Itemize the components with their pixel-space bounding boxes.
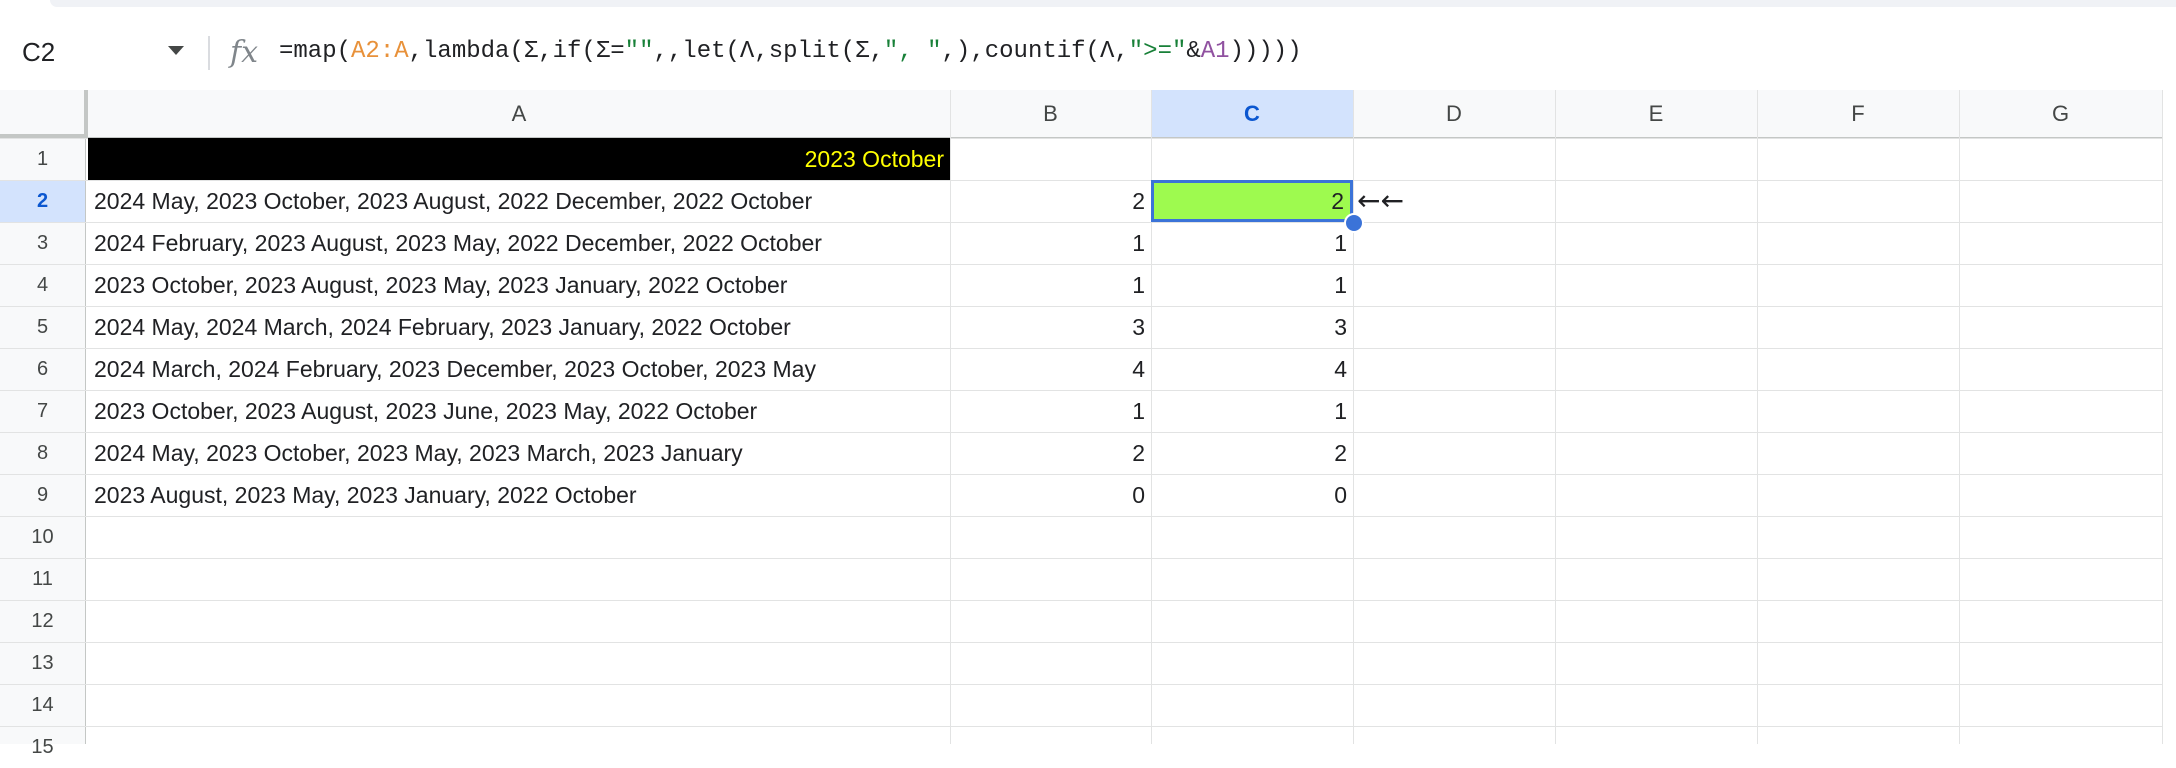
grid-line (0, 726, 2162, 727)
formula-bar-divider (208, 36, 210, 70)
grid-line (0, 600, 2162, 601)
formula-bar: C2 fx =map(A2:A,lambda(Σ,if(Σ="",,let(Λ,… (0, 22, 2176, 84)
column-header-f[interactable]: F (1757, 90, 1959, 138)
cell-b5[interactable]: 3 (950, 306, 1151, 348)
cell-c6[interactable]: 4 (1151, 348, 1353, 390)
cell-a9[interactable]: 2023 August, 2023 May, 2023 January, 202… (88, 474, 950, 516)
column-header-d[interactable]: D (1353, 90, 1555, 138)
cell-a6[interactable]: 2024 March, 2024 February, 2023 December… (88, 348, 950, 390)
grid-line (1757, 90, 1758, 744)
formula-input[interactable]: =map(A2:A,lambda(Σ,if(Σ="",,let(Λ,split(… (279, 32, 1302, 72)
grid-line (1353, 90, 1354, 744)
row-header-15[interactable]: 15 (0, 726, 86, 758)
toolbar-strip (50, 0, 2176, 7)
cell-a2[interactable]: 2024 May, 2023 October, 2023 August, 202… (88, 180, 950, 222)
grid-line (2162, 90, 2163, 744)
row-header-11[interactable]: 11 (0, 558, 86, 600)
cell-a3[interactable]: 2024 February, 2023 August, 2023 May, 20… (88, 222, 950, 264)
column-header-e[interactable]: E (1555, 90, 1757, 138)
cell-a1[interactable]: 2023 October (88, 138, 950, 180)
row-header-5[interactable]: 5 (0, 306, 86, 348)
cell-c2[interactable]: 2 (1151, 180, 1353, 222)
grid-line (0, 516, 2162, 517)
cell-c4[interactable]: 1 (1151, 264, 1353, 306)
cell-c7[interactable]: 1 (1151, 390, 1353, 432)
arrow-annotation: ←← (1357, 184, 1404, 217)
row-header-2[interactable]: 2 (0, 180, 86, 222)
cell-b9[interactable]: 0 (950, 474, 1151, 516)
cell-c5[interactable]: 3 (1151, 306, 1353, 348)
cell-b4[interactable]: 1 (950, 264, 1151, 306)
cell-c3[interactable]: 1 (1151, 222, 1353, 264)
cell-b3[interactable]: 1 (950, 222, 1151, 264)
grid-line (0, 558, 2162, 559)
cell-b8[interactable]: 2 (950, 432, 1151, 474)
select-all-corner[interactable] (0, 90, 88, 138)
row-header-6[interactable]: 6 (0, 348, 86, 390)
cell-b6[interactable]: 4 (950, 348, 1151, 390)
row-header-12[interactable]: 12 (0, 600, 86, 642)
cell-a4[interactable]: 2023 October, 2023 August, 2023 May, 202… (88, 264, 950, 306)
grid-line (0, 642, 2162, 643)
row-header-4[interactable]: 4 (0, 264, 86, 306)
row-header-14[interactable]: 14 (0, 684, 86, 726)
formula-token: ,),countif(Λ, (941, 38, 1129, 65)
cell-b2[interactable]: 2 (950, 180, 1151, 222)
formula-token: ,lambda(Σ,if(Σ= (408, 38, 625, 65)
row-header-1[interactable]: 1 (0, 138, 86, 180)
cell-c8[interactable]: 2 (1151, 432, 1353, 474)
formula-token: ))))) (1229, 38, 1302, 65)
formula-token: ">=" (1128, 38, 1187, 65)
formula-token: ,,let(Λ,split(Σ, (653, 38, 884, 65)
formula-token: & (1186, 38, 1201, 65)
formula-token: "" (624, 38, 654, 65)
column-header-g[interactable]: G (1959, 90, 2162, 138)
name-box-dropdown-icon[interactable] (168, 46, 184, 55)
cell-a7[interactable]: 2023 October, 2023 August, 2023 June, 20… (88, 390, 950, 432)
cell-a5[interactable]: 2024 May, 2024 March, 2024 February, 202… (88, 306, 950, 348)
grid-line (0, 684, 2162, 685)
grid-line (1959, 90, 1960, 744)
cell-c9[interactable]: 0 (1151, 474, 1353, 516)
name-box[interactable]: C2 (22, 32, 182, 72)
fx-icon: fx (230, 35, 259, 70)
formula-token: ", " (883, 38, 942, 65)
column-header-c[interactable]: C (1151, 90, 1353, 138)
row-header-8[interactable]: 8 (0, 432, 86, 474)
cell-a8[interactable]: 2024 May, 2023 October, 2023 May, 2023 M… (88, 432, 950, 474)
cell-b7[interactable]: 1 (950, 390, 1151, 432)
column-header-a[interactable]: A (88, 90, 950, 138)
row-header-13[interactable]: 13 (0, 642, 86, 684)
row-header-3[interactable]: 3 (0, 222, 86, 264)
row-header-9[interactable]: 9 (0, 474, 86, 516)
formula-token: A2:A (351, 38, 409, 65)
top-toolbar-edge (0, 0, 2176, 10)
formula-token: =map( (279, 38, 352, 65)
row-header-10[interactable]: 10 (0, 516, 86, 558)
row-header-7[interactable]: 7 (0, 390, 86, 432)
formula-token: A1 (1200, 38, 1230, 65)
column-header-b[interactable]: B (950, 90, 1151, 138)
grid-line (1555, 90, 1556, 744)
